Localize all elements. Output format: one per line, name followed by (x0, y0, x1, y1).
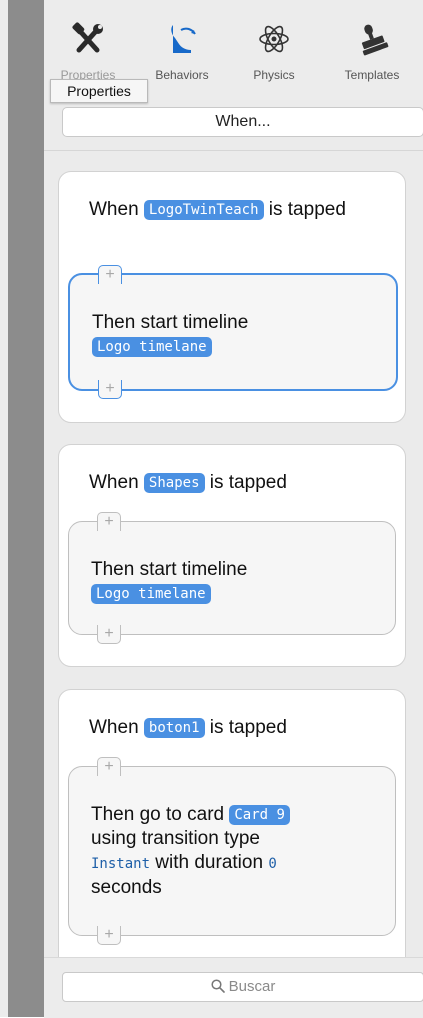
tab-behaviors-label: Behaviors (155, 68, 209, 82)
trigger-object-token[interactable]: Shapes (143, 473, 205, 493)
when-prefix: When (89, 717, 139, 738)
behaviors-icon (171, 25, 196, 53)
behaviors-list: When LogoTwinTeach is tapped + Then star… (44, 151, 423, 957)
behavior-card[interactable]: When LogoTwinTeach is tapped + Then star… (58, 171, 406, 423)
add-action-below-button[interactable]: + (97, 625, 121, 644)
timeline-token[interactable]: Logo timelane (91, 584, 211, 604)
panel-toolbar: Properties Behaviors Physics Templates P… (44, 0, 423, 103)
transition-type-value[interactable]: Instant (91, 856, 150, 872)
duration-suffix: seconds (91, 877, 162, 898)
behavior-action[interactable]: + Then start timeline Logo timelane + (68, 512, 396, 644)
timeline-token[interactable]: Logo timelane (92, 337, 212, 357)
duration-label: with duration (155, 852, 264, 873)
behavior-trigger: When boton1 is tapped (89, 716, 389, 740)
behavior-action[interactable]: + Then go to card Card 9 using transitio… (68, 757, 396, 945)
search-field[interactable]: Buscar (62, 972, 423, 1002)
action-middle: using transition type (91, 828, 260, 849)
canvas-gutter (8, 0, 44, 1017)
add-action-below-button[interactable]: + (98, 380, 122, 399)
behavior-card[interactable]: When boton1 is tapped + Then go to card … (58, 689, 406, 957)
action-prefix: Then go to card (91, 804, 225, 825)
behavior-card[interactable]: When Shapes is tapped + Then start timel… (58, 444, 406, 667)
tools-icon (72, 22, 103, 53)
action-text: Then start timeline Logo timelane (92, 311, 382, 359)
add-action-above-button[interactable]: + (97, 512, 121, 531)
behaviors-panel: Properties Behaviors Physics Templates P… (44, 0, 423, 1018)
when-button[interactable]: When... (62, 107, 423, 137)
atom-icon (259, 25, 289, 53)
when-suffix: is tapped (268, 199, 346, 220)
search-placeholder: Buscar (228, 978, 276, 995)
trigger-object-token[interactable]: LogoTwinTeach (143, 200, 264, 220)
tab-templates-label: Templates (344, 68, 400, 82)
trigger-object-token[interactable]: boton1 (143, 718, 205, 738)
when-suffix: is tapped (209, 472, 287, 493)
card-token[interactable]: Card 9 (229, 805, 290, 825)
add-action-above-button[interactable]: + (97, 757, 121, 776)
tab-physics[interactable]: Physics (226, 22, 322, 92)
duration-value[interactable]: 0 (268, 856, 276, 872)
action-text: Then go to card Card 9 using transition … (91, 803, 381, 900)
stamp-icon (361, 24, 389, 56)
action-prefix: Then start timeline (91, 559, 248, 580)
window-edge (0, 0, 8, 1017)
action-prefix: Then start timeline (92, 312, 249, 333)
panel-footer: Buscar (44, 957, 423, 1018)
behavior-action[interactable]: + Then start timeline Logo timelane + (68, 265, 398, 399)
tab-behaviors[interactable]: Behaviors (134, 22, 230, 92)
behavior-trigger: When Shapes is tapped (89, 471, 389, 495)
behavior-trigger: When LogoTwinTeach is tapped (89, 198, 389, 222)
search-icon (211, 979, 225, 993)
tab-templates[interactable]: Templates (324, 22, 420, 92)
action-text: Then start timeline Logo timelane (91, 558, 381, 606)
properties-tooltip: Properties (50, 79, 148, 103)
when-prefix: When (89, 199, 139, 220)
add-action-below-button[interactable]: + (97, 926, 121, 945)
tab-physics-label: Physics (253, 68, 295, 82)
add-action-above-button[interactable]: + (98, 265, 122, 284)
when-prefix: When (89, 472, 139, 493)
when-suffix: is tapped (209, 717, 287, 738)
